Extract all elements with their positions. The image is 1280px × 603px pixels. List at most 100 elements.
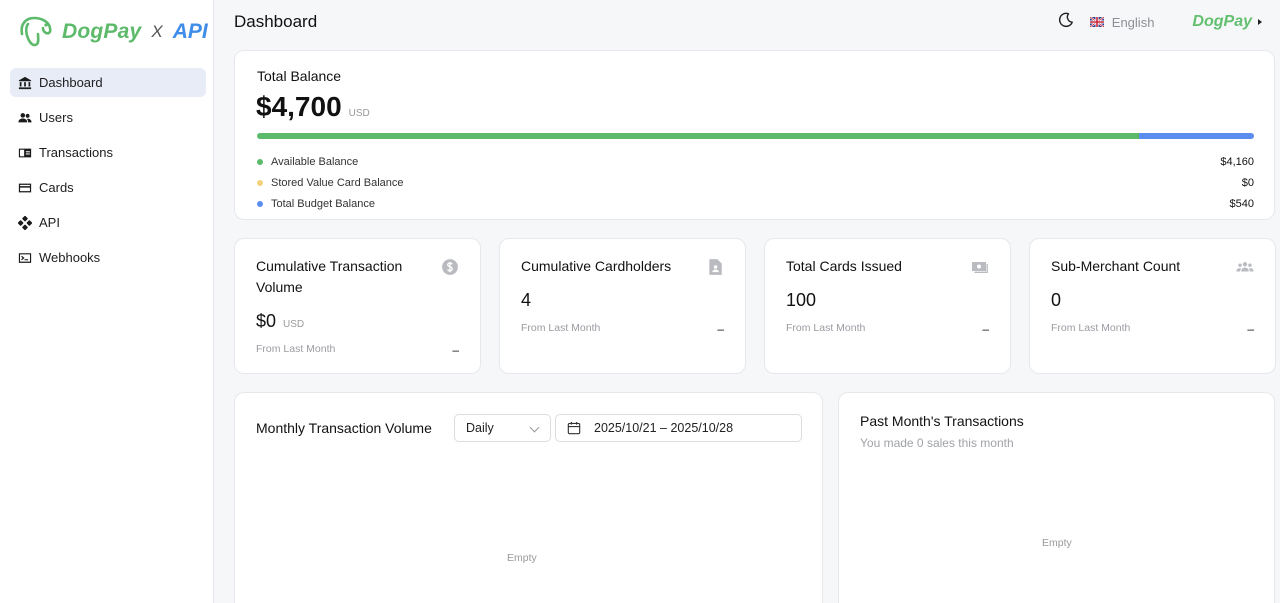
cards-stack-icon [970,257,990,277]
users-icon [17,110,33,126]
total-balance-amount: $4,700 [256,91,342,122]
sidebar: DogPay X API Dashboard Users Transaction… [0,0,214,603]
uk-flag-icon [1089,17,1104,27]
legend-value: $4,160 [1220,155,1254,168]
legend-dot [257,158,263,165]
monthly-volume-title: Monthly Transaction Volume [256,420,432,436]
stat-title: Total Cards Issued [786,258,902,274]
stat-title: Sub-Merchant Count [1051,258,1181,274]
past-month-title: Past Month's Transactions [860,413,1024,429]
legend-value: $0 [1241,176,1254,189]
total-balance-value: $4,700 USD [256,91,370,123]
stat-footer: From Last Month – [256,343,459,357]
stat-change: – [982,322,989,336]
stat-change: – [717,322,724,336]
sidebar-item-label: Dashboard [39,75,103,90]
stat-footer: From Last Month – [1051,322,1254,336]
stat-footer-label: From Last Month [256,343,336,355]
dog-logo-icon [20,16,52,47]
logo-dogpay-text: DogPay [62,20,142,43]
period-select[interactable]: Daily [454,414,551,442]
sidebar-item-users[interactable]: Users [10,103,206,132]
date-range-value: 2025/10/21 – 2025/10/28 [594,421,734,435]
chevron-down-icon [529,422,540,433]
stat-change: – [452,343,459,357]
stat-card-cardholders: Cumulative Cardholders 4 From Last Month… [499,238,746,374]
stat-value: 100 [786,290,816,311]
stat-footer-label: From Last Month [1051,322,1131,334]
balance-bar [257,133,1254,139]
sidebar-item-label: Webhooks [39,250,101,265]
stat-card-cards-issued: Total Cards Issued 100 From Last Month – [764,238,1011,374]
legend-label: Available Balance [271,155,359,168]
stat-title: Cumulative Transaction Volume [256,258,403,295]
language-selector[interactable]: English [1089,14,1155,30]
sidebar-nav: Dashboard Users Transactions Cards API W… [10,68,206,278]
header-actions: English DogPay [1058,12,1262,32]
language-label: English [1111,14,1155,30]
dollar-icon [440,257,460,277]
logo-x-text: X [151,22,163,41]
gamepad-icon [17,215,33,231]
sidebar-item-webhooks[interactable]: Webhooks [10,243,206,272]
stat-footer-label: From Last Month [786,322,866,334]
legend-value: $540 [1229,197,1254,210]
sidebar-item-dashboard[interactable]: Dashboard [10,68,206,97]
legend-available: Available Balance $4,160 [257,151,1254,172]
bank-icon [17,75,33,91]
monthly-volume-card: Monthly Transaction Volume Daily 2025/10… [234,392,823,603]
document-icon [705,257,725,277]
sidebar-item-transactions[interactable]: Transactions [10,138,206,167]
past-month-card: Past Month's Transactions You made 0 sal… [838,392,1275,603]
balance-bar-budget [1139,133,1254,139]
stat-unit: USD [283,319,305,330]
stat-number: 100 [786,290,817,310]
total-balance-label: Total Balance [257,68,342,84]
stat-number: 4 [521,290,532,310]
balance-bar-available [257,133,1140,139]
period-select-value: Daily [466,421,494,435]
stat-title: Cumulative Cardholders [521,258,672,274]
past-month-empty: Empty [1042,537,1072,549]
sidebar-item-label: Cards [39,180,74,195]
logo[interactable]: DogPay X API [16,14,208,50]
stat-footer: From Last Month – [521,322,724,336]
caret-right-icon[interactable] [1258,19,1262,25]
legend-dot [257,200,263,207]
calendar-icon [567,422,581,435]
stat-footer-label: From Last Month [521,322,601,334]
card-icon [17,180,33,196]
stat-card-sub-merchant: Sub-Merchant Count 0 From Last Month – [1029,238,1276,374]
moon-icon [1058,12,1073,27]
dark-mode-toggle[interactable] [1058,12,1074,33]
legend-budget: Total Budget Balance $540 [257,193,1254,214]
stat-value: 4 [521,290,531,311]
monthly-volume-empty: Empty [507,552,537,564]
stat-change: – [1247,322,1254,336]
total-balance-unit: USD [348,108,370,119]
sidebar-item-cards[interactable]: Cards [10,173,206,202]
stat-number: 0 [1051,290,1062,310]
stat-number: $0 [256,311,277,331]
group-icon [1235,257,1255,277]
legend-label: Stored Value Card Balance [271,176,404,189]
past-month-subtitle: You made 0 sales this month [860,436,1014,450]
legend-label: Total Budget Balance [271,197,375,210]
page-title: Dashboard [234,12,318,31]
account-brand[interactable]: DogPay [1192,13,1252,31]
stat-card-transaction-volume: Cumulative Transaction Volume $0 USD Fro… [234,238,481,374]
stat-value: $0 USD [256,311,304,332]
sidebar-item-label: API [39,215,60,230]
logo-api-text: API [172,20,208,43]
date-range-picker[interactable]: 2025/10/21 – 2025/10/28 [555,414,802,442]
sidebar-item-label: Users [39,110,73,125]
balance-legend: Available Balance $4,160 Stored Value Ca… [257,151,1254,214]
total-balance-card: Total Balance $4,700 USD Available Balan… [234,50,1275,220]
sidebar-item-label: Transactions [39,145,113,160]
stat-value: 0 [1051,290,1061,311]
stat-footer: From Last Month – [786,322,989,336]
transactions-icon [17,145,33,161]
sidebar-item-api[interactable]: API [10,208,206,237]
terminal-icon [17,250,33,266]
legend-stored-value: Stored Value Card Balance $0 [257,172,1254,193]
